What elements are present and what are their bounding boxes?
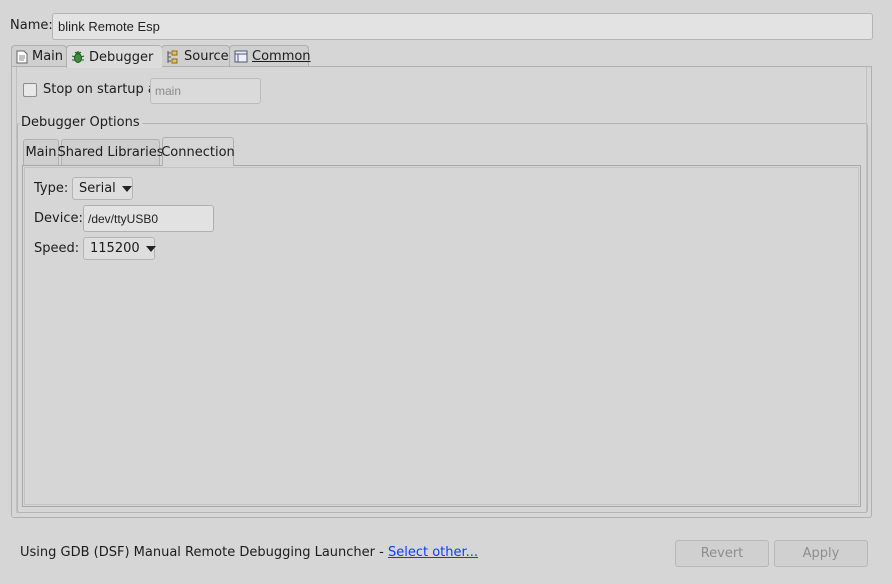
- document-icon: [16, 50, 28, 64]
- name-input[interactable]: [52, 13, 873, 40]
- tab-main-label: Main: [32, 49, 64, 64]
- debugger-options-title: Debugger Options: [20, 115, 142, 130]
- name-label: Name:: [10, 18, 53, 33]
- select-other-link[interactable]: Select other...: [388, 545, 478, 560]
- chevron-down-icon: [145, 245, 156, 252]
- speed-label: Speed:: [34, 241, 80, 256]
- tab-source-label: Source: [184, 49, 229, 64]
- tab-connection-label: Connection: [161, 144, 235, 160]
- speed-select-value: 115200: [90, 241, 140, 256]
- launcher-info: Using GDB (DSF) Manual Remote Debugging …: [20, 545, 478, 560]
- type-select[interactable]: Serial: [72, 177, 133, 200]
- stop-on-startup-input[interactable]: [150, 78, 261, 104]
- source-icon: [166, 50, 180, 64]
- stop-on-startup-checkbox[interactable]: [23, 83, 37, 97]
- tab-source[interactable]: Source: [161, 45, 230, 67]
- chevron-down-icon: [121, 185, 132, 192]
- type-select-value: Serial: [79, 181, 116, 196]
- type-label: Type:: [34, 181, 69, 196]
- launcher-text: Using GDB (DSF) Manual Remote Debugging …: [20, 545, 388, 560]
- tab-options-main[interactable]: Main: [23, 139, 59, 165]
- speed-select[interactable]: 115200: [83, 237, 156, 260]
- revert-button[interactable]: Revert: [675, 540, 769, 567]
- tab-common[interactable]: Common: [229, 45, 311, 67]
- apply-button[interactable]: Apply: [774, 540, 868, 567]
- tab-common-label: Common: [252, 49, 311, 64]
- tab-shared-libraries[interactable]: Shared Libraries: [57, 139, 164, 165]
- bug-icon: [71, 50, 85, 64]
- tab-main[interactable]: Main: [11, 45, 67, 67]
- window-icon: [234, 50, 248, 63]
- device-input[interactable]: [83, 205, 214, 232]
- tab-shared-libraries-label: Shared Libraries: [57, 145, 164, 160]
- name-row: Name:: [0, 12, 892, 40]
- tab-debugger[interactable]: Debugger: [66, 45, 162, 68]
- tab-options-main-label: Main: [25, 145, 57, 160]
- stop-on-startup-label: Stop on startup at:: [43, 82, 166, 97]
- device-label: Device:: [34, 211, 83, 226]
- tab-connection[interactable]: Connection: [161, 137, 235, 166]
- tab-debugger-label: Debugger: [89, 49, 154, 65]
